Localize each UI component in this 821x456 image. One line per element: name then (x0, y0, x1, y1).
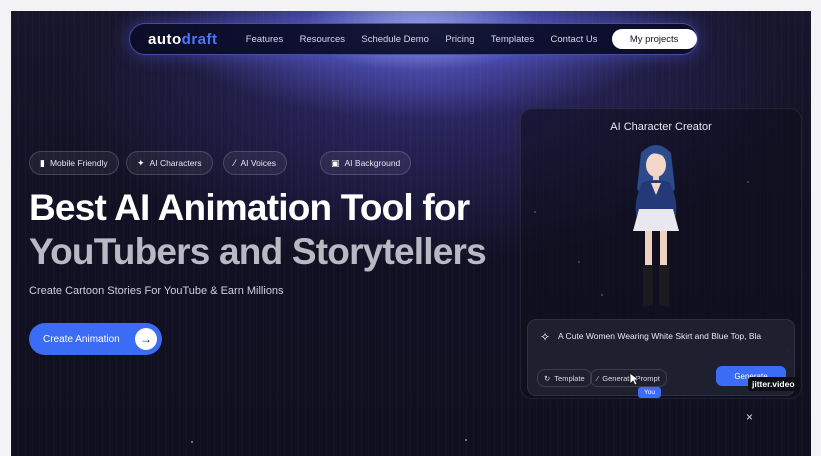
image-icon: ▣ (331, 157, 340, 168)
chip-ai-voices[interactable]: ⁄ AI Voices (223, 151, 287, 175)
prompt-input[interactable]: A Cute Women Wearing White Skirt and Blu… (558, 330, 763, 342)
mouse-cursor-icon (629, 372, 641, 386)
template-label: Template (554, 373, 585, 383)
chip-ai-characters[interactable]: ✦ AI Characters (126, 151, 213, 175)
star-decoration (191, 441, 193, 443)
logo-text-left: auto (148, 30, 182, 48)
top-navbar: auto draft Features Resources Schedule D… (129, 23, 698, 55)
ai-character-creator-card: AI Character Creator ✧ A Cute Women Wear… (520, 108, 802, 399)
template-button[interactable]: ↻ Template (537, 369, 592, 387)
magic-wand-icon: ⁄ (597, 373, 599, 383)
hero-subtitle: Create Cartoon Stories For YouTube & Ear… (29, 285, 284, 297)
card-title: AI Character Creator (610, 121, 712, 133)
jitter-watermark: jitter.video (748, 377, 799, 391)
chip-label: AI Background (344, 158, 401, 168)
nav-link-templates[interactable]: Templates (483, 34, 543, 45)
nav-link-pricing[interactable]: Pricing (437, 34, 482, 45)
star-decoration (465, 439, 467, 441)
nav-links: Features Resources Schedule Demo Pricing… (238, 34, 606, 45)
cursor-user-tag: You (638, 387, 661, 398)
sparkle-icon: ✦ (137, 157, 145, 168)
chip-mobile-friendly[interactable]: ▮ Mobile Friendly (29, 151, 119, 175)
logo-text-right: draft (181, 30, 218, 48)
sparkle-icon: ✧ (540, 330, 551, 344)
chip-label: AI Voices (240, 158, 276, 168)
prompt-box: ✧ A Cute Women Wearing White Skirt and B… (527, 319, 799, 396)
hero-frame: × × auto draft Features Resources Schedu… (11, 11, 811, 456)
hero-title-line-1: Best AI Animation Tool for (29, 187, 470, 228)
phone-icon: ▮ (40, 157, 45, 168)
nav-link-features[interactable]: Features (238, 34, 292, 45)
magic-wand-icon: ⁄ (234, 158, 236, 168)
nav-link-schedule-demo[interactable]: Schedule Demo (353, 34, 437, 45)
refresh-icon: ↻ (544, 373, 551, 383)
arrow-right-icon: → (135, 328, 157, 350)
create-animation-label: Create Animation (43, 333, 120, 345)
my-projects-button[interactable]: My projects (611, 29, 697, 49)
nav-link-resources[interactable]: Resources (291, 34, 353, 45)
chip-label: Mobile Friendly (49, 158, 108, 168)
logo[interactable]: auto draft (148, 31, 218, 48)
create-animation-button[interactable]: Create Animation → (29, 323, 162, 355)
sparkle-decoration-icon: × (746, 410, 754, 424)
anime-character-illustration (633, 145, 679, 307)
chip-ai-background[interactable]: ▣ AI Background (320, 151, 412, 175)
hero-title-line-2: YouTubers and Storytellers (29, 231, 487, 272)
nav-link-contact-us[interactable]: Contact Us (542, 34, 605, 45)
chip-label: AI Characters (149, 158, 202, 168)
